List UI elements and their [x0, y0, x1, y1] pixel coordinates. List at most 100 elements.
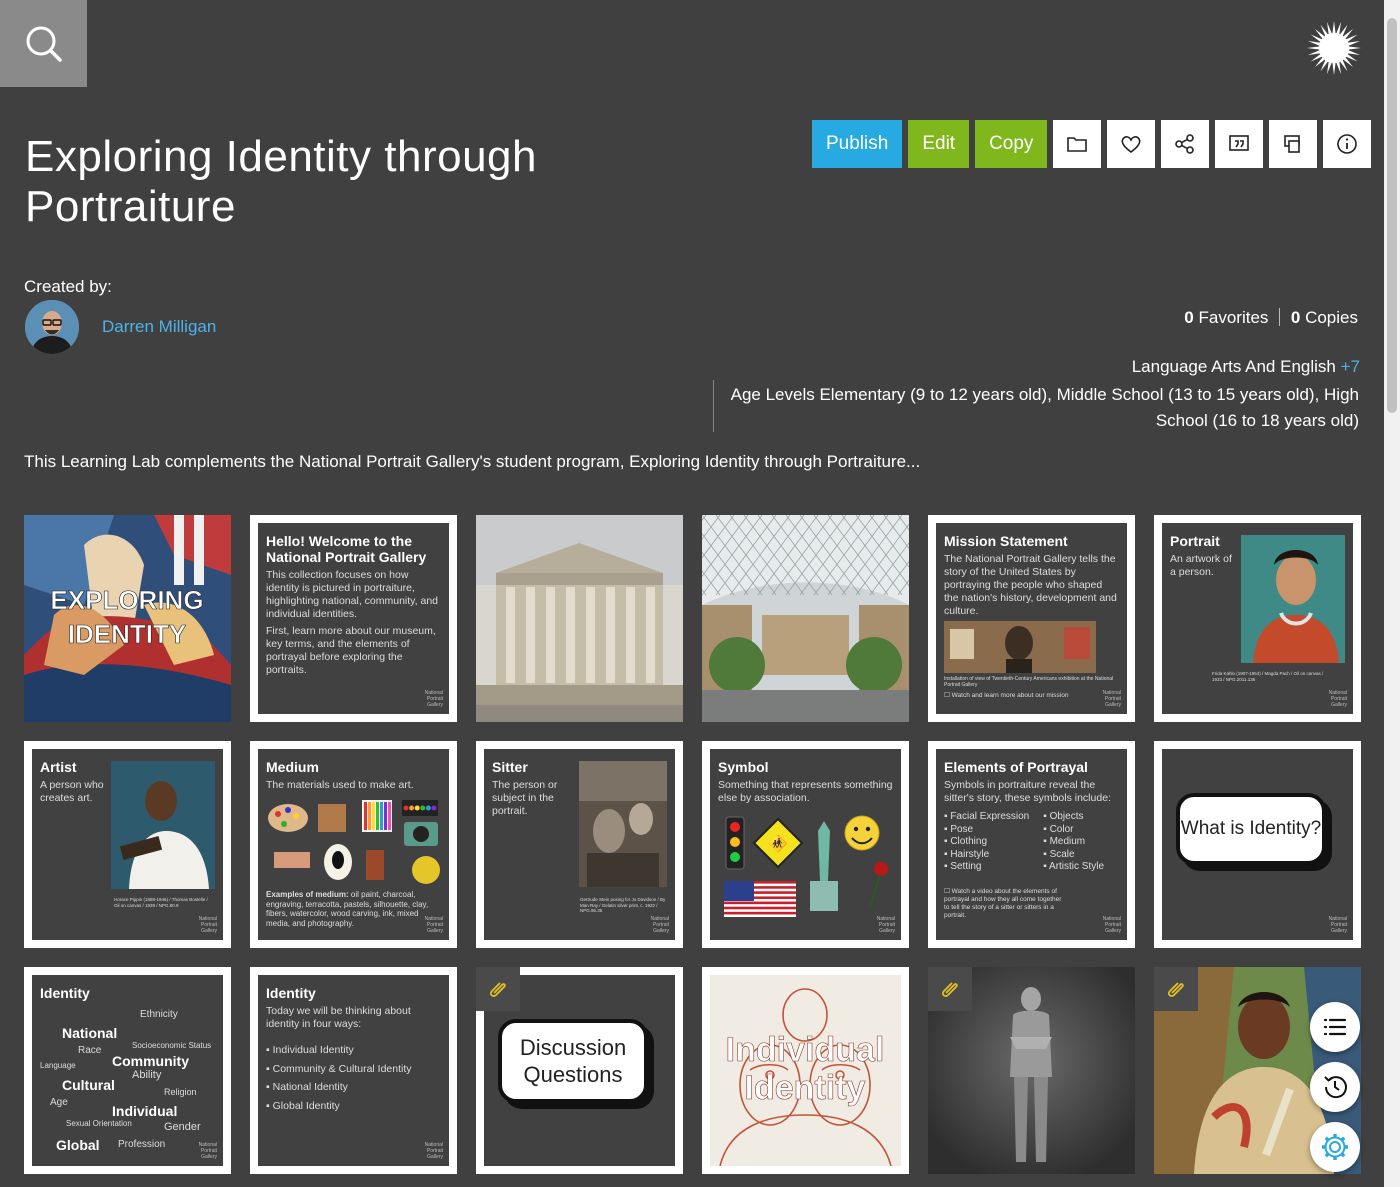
settings-button[interactable] — [1310, 1122, 1360, 1172]
npg-label: National Portrait Gallery — [198, 916, 217, 934]
copies-count: 0 — [1290, 308, 1301, 327]
tile-title: Medium — [266, 759, 319, 775]
paperclip-icon — [490, 982, 506, 997]
resource-tile-museum-exterior[interactable] — [476, 515, 683, 722]
svg-text:🚸: 🚸 — [768, 834, 788, 853]
cite-button[interactable] — [1215, 120, 1264, 168]
share-button[interactable] — [1161, 120, 1210, 168]
paperclip-icon — [1168, 982, 1184, 997]
tile-text: This collection focuses on how identity … — [266, 569, 438, 620]
search-button[interactable] — [0, 0, 87, 87]
resource-tile-portrait[interactable]: Portrait An artwork of a person. Frida K… — [1154, 515, 1361, 722]
attachment-badge — [476, 967, 520, 1011]
add-to-folder-button[interactable] — [1053, 120, 1102, 168]
word-cloud-term: Cultural — [62, 1077, 115, 1093]
avatar[interactable] — [25, 300, 79, 354]
sitter-photo — [579, 761, 667, 887]
copy-button[interactable]: Copy — [975, 120, 1048, 168]
resource-tile-courtyard[interactable] — [561, 514, 1029, 722]
elements-video-link[interactable]: ☐ Watch a video about the elements of po… — [944, 888, 1064, 920]
word-cloud-term: Socioeconomic Status — [132, 1041, 212, 1050]
resource-tile-sitter[interactable]: Sitter The person or subject in the port… — [476, 741, 683, 948]
word-cloud-term: Ability — [132, 1069, 162, 1081]
author-link[interactable]: Darren Milligan — [102, 317, 216, 337]
tile-text: The person or subject in the portrait. — [492, 779, 558, 817]
npg-label: National Portrait Gallery — [650, 916, 669, 934]
tile-title: Symbol — [718, 759, 769, 775]
page-scrollbar[interactable] — [1384, 0, 1400, 1187]
resource-tile-symbol[interactable]: Symbol Something that represents somethi… — [702, 741, 909, 948]
speech-bubble: Discussion Questions — [498, 1019, 648, 1103]
tile-text: The National Portrait Gallery tells the … — [944, 553, 1117, 617]
favorites-count: 0 — [1184, 308, 1194, 327]
npg-label: National Portrait Gallery — [424, 690, 443, 708]
word-cloud-term: Sexual Orientation — [66, 1119, 132, 1128]
word-cloud-term: Global — [56, 1137, 100, 1153]
courtyard-photo — [561, 514, 1029, 722]
art-materials-image — [268, 800, 440, 884]
duplicate-button[interactable] — [1269, 120, 1318, 168]
resource-tile-identity-ways[interactable]: Identity Today we will be thinking about… — [250, 967, 457, 1174]
search-icon — [26, 26, 62, 62]
resource-tile-elements[interactable]: Elements of Portrayal Symbols in portrai… — [928, 741, 1135, 948]
tile-text: The materials used to make art. — [266, 779, 414, 791]
favorite-button[interactable] — [1107, 120, 1156, 168]
word-cloud-term: Race — [78, 1045, 102, 1056]
attachment-badge — [928, 967, 972, 1011]
resource-tile-discussion[interactable]: Discussion Questions — [476, 967, 683, 1174]
attachment-badge — [1154, 967, 1198, 1011]
list-item: ▪ Color — [1043, 823, 1074, 835]
age-levels: Age Levels Elementary (9 to 12 years old… — [730, 385, 1359, 430]
copy-stack-icon — [1284, 135, 1301, 153]
symbols-image: 🚸 — [724, 815, 888, 917]
list-item: ▪ Facial Expression — [944, 811, 1030, 822]
resource-tile-exploring-identity[interactable]: EXPLORING IDENTITY — [24, 515, 231, 722]
list-view-button[interactable] — [1310, 1002, 1360, 1052]
tile-title: Identity — [40, 985, 90, 1001]
history-button[interactable] — [1310, 1062, 1360, 1112]
sunburst-logo-icon[interactable] — [1306, 20, 1362, 76]
elements-list-a: ▪ Facial Expression ▪ Pose ▪ Clothing ▪ Hai… — [944, 811, 1029, 874]
subject-more-link[interactable]: +7 — [1341, 357, 1360, 376]
resource-tile-identity-words[interactable]: Identity Ethnicity National Socioeconomic … — [24, 967, 231, 1174]
resource-tile-mission[interactable]: Mission Statement The National Portrait … — [928, 515, 1135, 722]
list-item: ▪ Hairstyle — [944, 848, 990, 860]
tile-text: An artwork of a person. — [1170, 553, 1232, 578]
resource-tile-3d-figure[interactable] — [928, 967, 1135, 1174]
resource-tile-medium[interactable]: Medium The materials used to make art. E… — [250, 741, 457, 948]
paperclip-icon — [942, 982, 958, 997]
list-item: ▪ National Identity — [266, 1081, 348, 1093]
subject-label: Language Arts And English — [1131, 357, 1336, 376]
resource-tile-artist[interactable]: Artist A person who creates art. Horace … — [24, 741, 231, 948]
word-cloud-term: Ethnicity — [140, 1009, 178, 1020]
resource-tile-welcome[interactable]: Hello! Welcome to the National Portrait … — [250, 515, 457, 722]
page-title: Exploring Identity through Portraiture — [25, 132, 537, 231]
building-photo — [476, 515, 683, 722]
resource-tile-what-is-identity[interactable]: What is Identity? National Portrait Gall… — [1154, 741, 1361, 948]
share-icon — [1175, 134, 1195, 154]
artist-caption: Horace Pippin (1888-1946) / Thomas Boste… — [114, 897, 208, 908]
scrollbar-thumb[interactable] — [1387, 18, 1397, 413]
resource-tile-individual-identity[interactable]: Individual Identity — [702, 967, 909, 1174]
collection-stats: 0 Favorites 0 Copies — [1184, 308, 1358, 328]
frida-portrait — [1241, 535, 1345, 663]
created-by-label: Created by: — [24, 277, 112, 296]
tile-title: Identity — [266, 985, 316, 1001]
photo-caption: Installation of view of Twentieth-Centur… — [944, 676, 1114, 688]
resource-grid: EXPLORING IDENTITY Hello! Welcome to the … — [24, 514, 1361, 1174]
npg-label: National Portrait Gallery — [1102, 690, 1121, 708]
edit-button[interactable]: Edit — [908, 120, 970, 168]
gallery-photo — [944, 621, 1096, 673]
copies-label: Copies — [1305, 308, 1358, 327]
list-item: ▪ Clothing — [944, 836, 988, 847]
word-cloud-term: Individual — [112, 1103, 178, 1119]
npg-label: National Portrait Gallery — [1328, 690, 1347, 708]
list-item: ▪ Setting — [944, 861, 982, 872]
publish-button[interactable]: Publish — [812, 120, 903, 168]
tile-title: Hello! Welcome to the National Portrait … — [266, 533, 427, 565]
speech-bubble: What is Identity? — [1176, 793, 1326, 865]
collection-description: This Learning Lab complements the Nation… — [24, 452, 921, 471]
info-button[interactable] — [1323, 120, 1372, 168]
mission-video-link[interactable]: ☐ Watch and learn more about our mission — [944, 692, 1119, 700]
tile-text: Something that represents something else… — [718, 779, 893, 804]
